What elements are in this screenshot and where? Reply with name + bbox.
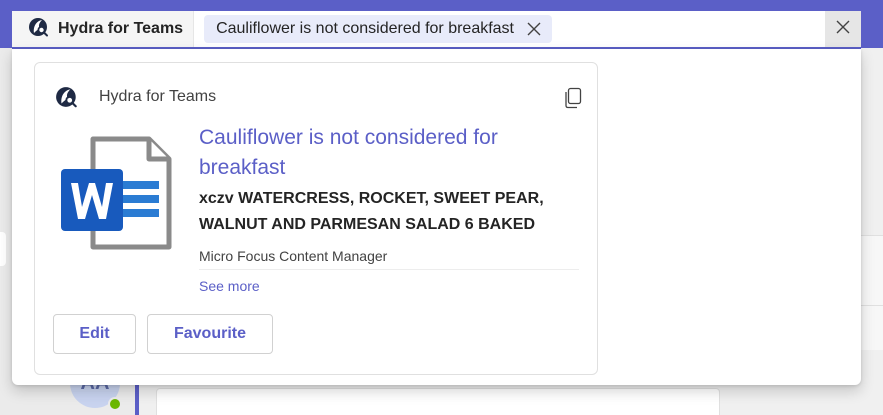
background-divider	[860, 305, 883, 306]
see-more-link[interactable]: See more	[199, 278, 260, 294]
close-icon	[836, 20, 850, 39]
result-title[interactable]: Cauliflower is not considered for breakf…	[199, 123, 579, 183]
search-results-dropdown: Hydra for Teams Cauliflower is not consi…	[12, 49, 861, 385]
presence-available-icon	[108, 397, 122, 411]
favourite-button[interactable]: Favourite	[147, 314, 273, 354]
card-app-label: Hydra for Teams	[99, 88, 217, 105]
result-card[interactable]: Hydra for Teams Cauliflower is not consi…	[34, 62, 598, 375]
app-chip[interactable]: Hydra for Teams	[12, 11, 195, 47]
result-subtitle: xczv WATERCRESS, ROCKET, SWEET PEAR, WAL…	[199, 190, 544, 233]
clear-query-icon[interactable]	[526, 21, 542, 37]
copy-icon[interactable]	[563, 87, 583, 109]
result-source: Micro Focus Content Manager	[199, 248, 388, 264]
background-right-panel	[860, 235, 883, 350]
search-query-text: Cauliflower is not considered for breakf…	[216, 20, 514, 37]
edit-button[interactable]: Edit	[53, 314, 136, 354]
hydra-logo-icon	[28, 16, 50, 43]
divider	[199, 269, 579, 270]
app-name: Hydra for Teams	[58, 20, 184, 37]
search-query-pill[interactable]: Cauliflower is not considered for breakf…	[204, 15, 552, 43]
close-search-button[interactable]	[825, 11, 861, 47]
background-message-card	[156, 388, 720, 415]
compose-extension-search-bar: Hydra for Teams Cauliflower is not consi…	[12, 11, 861, 49]
word-document-icon	[57, 135, 175, 253]
background-left-chip	[0, 232, 6, 266]
hydra-logo-icon	[53, 83, 81, 111]
card-header: Hydra for Teams	[53, 83, 583, 111]
